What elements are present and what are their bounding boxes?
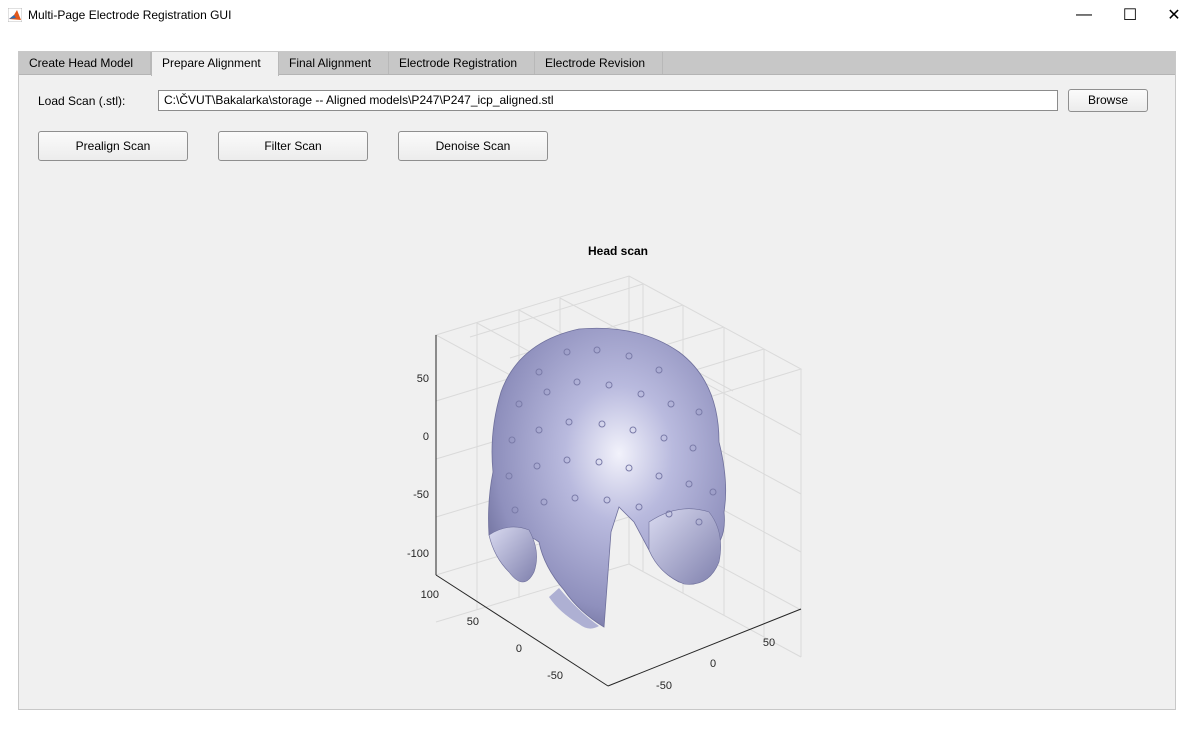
window-titlebar: Multi-Page Electrode Registration GUI — … [0,0,1197,30]
z-tick-label: -50 [413,489,429,501]
z-axis-ticks: 50 0 -50 -100 [407,373,429,560]
left-axis-ticks: 100 50 0 -50 [421,589,563,682]
x-tick-label: 0 [516,643,522,655]
head-scan-axes[interactable]: Head scan 50 0 -50 -100 100 50 0 -50 -50… [19,52,1175,709]
z-tick-label: 0 [423,431,429,443]
plot-title: Head scan [588,244,648,258]
z-tick-label: 50 [417,373,429,385]
minimize-icon: — [1076,6,1092,23]
tab-group: Create Head Model Prepare Alignment Fina… [18,51,1176,710]
close-icon: ✕ [1167,7,1181,24]
x-tick-label: 50 [467,616,479,628]
x-tick-label: -50 [547,670,563,682]
maximize-button[interactable]: ☐ [1107,0,1153,30]
y-tick-label: 0 [710,658,716,670]
y-tick-label: 50 [763,637,775,649]
right-axis-ticks: -50 0 50 [656,637,775,692]
head-surface [488,327,727,629]
z-tick-label: -100 [407,548,429,560]
maximize-icon: ☐ [1122,7,1138,24]
matlab-app-icon [8,8,22,22]
close-button[interactable]: ✕ [1151,0,1197,30]
x-tick-label: 100 [421,589,439,601]
minimize-button[interactable]: — [1061,0,1107,30]
y-tick-label: -50 [656,680,672,692]
window-title: Multi-Page Electrode Registration GUI [28,8,232,22]
